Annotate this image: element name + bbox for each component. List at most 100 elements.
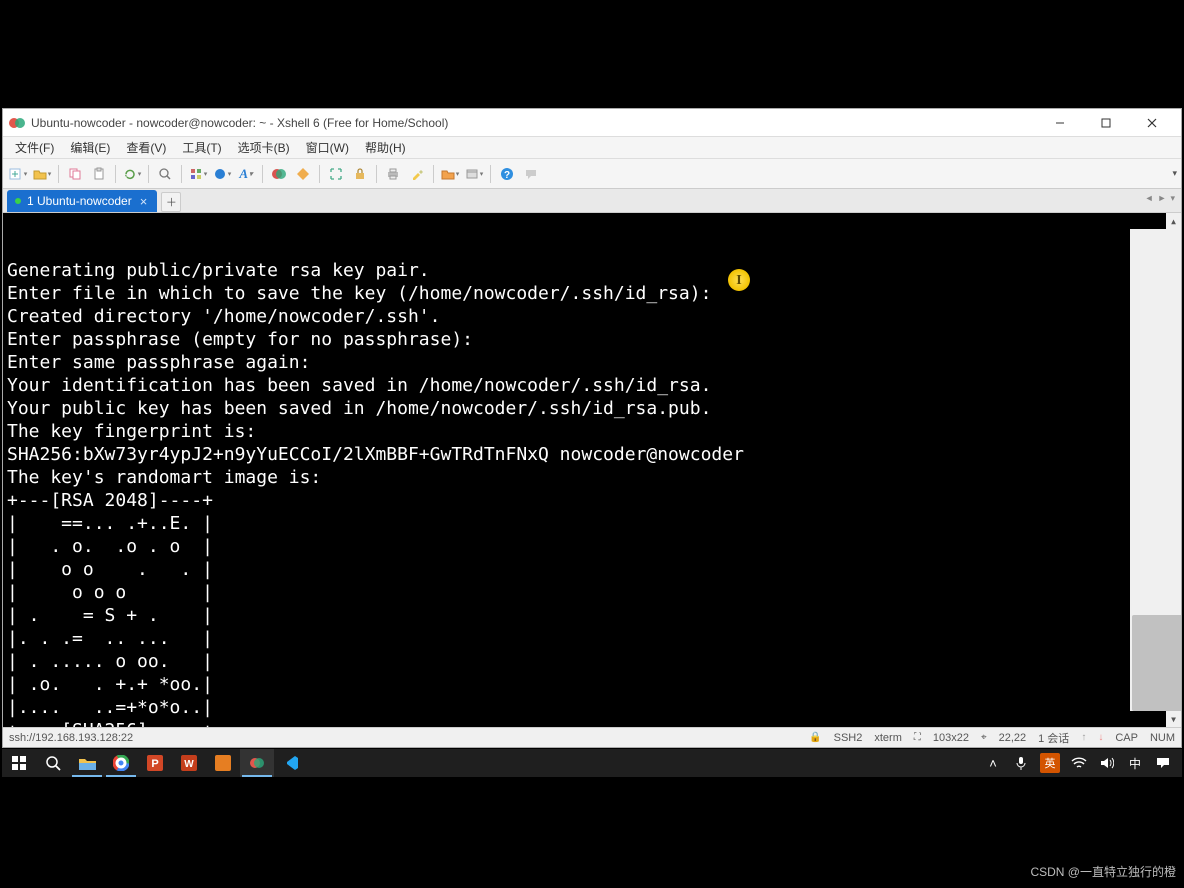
pos-icon: ⌖ xyxy=(981,732,987,743)
fullscreen-button[interactable] xyxy=(325,163,347,185)
separator xyxy=(181,165,182,183)
new-tab-button[interactable]: ＋ xyxy=(161,192,181,212)
xshell-taskbar-button[interactable] xyxy=(240,749,274,777)
terminal-line: +---[RSA 2048]----+ xyxy=(7,489,1177,512)
menu-tools[interactable]: 工具(T) xyxy=(174,137,229,158)
maximize-button[interactable] xyxy=(1083,109,1129,137)
connected-indicator-icon xyxy=(15,198,21,204)
ime-lang-indicator[interactable]: 英 xyxy=(1040,753,1060,773)
wifi-icon[interactable] xyxy=(1070,754,1088,772)
terminal[interactable]: Generating public/private rsa key pair.E… xyxy=(3,213,1181,727)
window-title: Ubuntu-nowcoder - nowcoder@nowcoder: ~ -… xyxy=(31,116,1037,130)
tab-label: 1 Ubuntu-nowcoder xyxy=(27,194,132,208)
folder-button[interactable]: ▾ xyxy=(439,163,461,185)
tab-list-button[interactable]: ▾ xyxy=(1170,193,1175,204)
start-button[interactable] xyxy=(2,749,36,777)
menu-window[interactable]: 窗口(W) xyxy=(298,137,357,158)
terminal-line: Enter same passphrase again: xyxy=(7,351,1177,374)
terminal-line: | .o. . +.+ *oo.| xyxy=(7,673,1177,696)
terminal-line: Your identification has been saved in /h… xyxy=(7,374,1177,397)
help-button[interactable]: ? xyxy=(496,163,518,185)
terminal-line: | . o. .o . o | xyxy=(7,535,1177,558)
terminal-line: Created directory '/home/nowcoder/.ssh'. xyxy=(7,305,1177,328)
window-button[interactable]: ▾ xyxy=(463,163,485,185)
terminal-line: The key's randomart image is: xyxy=(7,466,1177,489)
taskbar: P W ˄ 英 中 xyxy=(2,749,1182,777)
printer-button[interactable] xyxy=(382,163,404,185)
file-explorer-button[interactable] xyxy=(70,749,104,777)
open-button[interactable]: ▾ xyxy=(31,163,53,185)
new-session-button[interactable]: ▾ xyxy=(7,163,29,185)
action-center-icon[interactable] xyxy=(1154,754,1172,772)
scroll-thumb[interactable] xyxy=(1132,615,1181,711)
xftp-button[interactable] xyxy=(292,163,314,185)
highlighter-button[interactable] xyxy=(406,163,428,185)
separator xyxy=(433,165,434,183)
reconnect-button[interactable]: ▾ xyxy=(121,163,143,185)
terminal-line: The key fingerprint is: xyxy=(7,420,1177,443)
up-arrow-icon: ↑ xyxy=(1081,732,1086,743)
svg-text:W: W xyxy=(184,759,194,770)
minimize-button[interactable] xyxy=(1037,109,1083,137)
terminal-line: Enter passphrase (empty for no passphras… xyxy=(7,328,1177,351)
menu-view[interactable]: 查看(V) xyxy=(118,137,174,158)
search-button[interactable] xyxy=(36,749,70,777)
lock-button[interactable] xyxy=(349,163,371,185)
status-size: 103x22 xyxy=(933,732,969,744)
toolbar-overflow-button[interactable]: ▾ xyxy=(1172,168,1177,179)
separator xyxy=(376,165,377,183)
tab-close-button[interactable]: × xyxy=(138,195,150,208)
chrome-button[interactable] xyxy=(104,749,138,777)
app-button[interactable] xyxy=(206,749,240,777)
watermark: CSDN @一直特立独行的橙 xyxy=(1030,863,1176,880)
separator xyxy=(148,165,149,183)
ime-input-indicator[interactable]: 中 xyxy=(1126,754,1144,772)
word-button[interactable]: W xyxy=(172,749,206,777)
paste-button[interactable] xyxy=(88,163,110,185)
tray-overflow-button[interactable]: ˄ xyxy=(984,754,1002,772)
status-session: 1 会话 xyxy=(1038,730,1069,746)
svg-text:P: P xyxy=(151,758,158,770)
separator xyxy=(115,165,116,183)
menu-help[interactable]: 帮助(H) xyxy=(357,137,414,158)
status-term: xterm xyxy=(874,732,902,744)
separator xyxy=(490,165,491,183)
font-button[interactable]: A▾ xyxy=(235,163,257,185)
status-proto: SSH2 xyxy=(834,732,863,744)
scroll-track[interactable] xyxy=(1130,229,1181,711)
terminal-line: | o o . . | xyxy=(7,558,1177,581)
terminal-line: | . = S + . | xyxy=(7,604,1177,627)
copy-button[interactable] xyxy=(64,163,86,185)
titlebar: Ubuntu-nowcoder - nowcoder@nowcoder: ~ -… xyxy=(3,109,1181,137)
xshell-button[interactable] xyxy=(268,163,290,185)
encoding-button[interactable]: ▾ xyxy=(187,163,209,185)
app-logo-icon xyxy=(9,115,25,131)
text-caret-cursor-icon: I xyxy=(728,269,750,291)
terminal-line: | ==... .+..E. | xyxy=(7,512,1177,535)
close-button[interactable] xyxy=(1129,109,1175,137)
search-button[interactable] xyxy=(154,163,176,185)
scrollbar[interactable]: ▲ ▼ xyxy=(1166,213,1181,727)
statusbar: ssh://192.168.193.128:22 🔒 SSH2 xterm ⛶ … xyxy=(3,727,1181,747)
powerpoint-button[interactable]: P xyxy=(138,749,172,777)
terminal-line: |.... ..=+*o*o..| xyxy=(7,696,1177,719)
scroll-up-button[interactable]: ▲ xyxy=(1166,213,1181,229)
color-button[interactable]: ▾ xyxy=(211,163,233,185)
separator xyxy=(58,165,59,183)
menu-tab[interactable]: 选项卡(B) xyxy=(230,137,298,158)
menu-file[interactable]: 文件(F) xyxy=(7,137,62,158)
scroll-down-button[interactable]: ▼ xyxy=(1166,711,1181,727)
toolbar: ▾ ▾ ▾ ▾ ▾ A▾ ▾ ▾ ? ▾ xyxy=(3,159,1181,189)
volume-icon[interactable] xyxy=(1098,754,1116,772)
microphone-icon[interactable] xyxy=(1012,754,1030,772)
chat-button[interactable] xyxy=(520,163,542,185)
menu-edit[interactable]: 编辑(E) xyxy=(62,137,118,158)
xshell-window: Ubuntu-nowcoder - nowcoder@nowcoder: ~ -… xyxy=(2,108,1182,748)
session-tab[interactable]: 1 Ubuntu-nowcoder × xyxy=(7,190,157,212)
tabstrip: 1 Ubuntu-nowcoder × ＋ ◄ ► ▾ xyxy=(3,189,1181,213)
terminal-line: | o o o | xyxy=(7,581,1177,604)
tab-next-button[interactable]: ► xyxy=(1158,193,1167,204)
vscode-button[interactable] xyxy=(274,749,308,777)
tab-prev-button[interactable]: ◄ xyxy=(1145,193,1154,204)
svg-text:?: ? xyxy=(504,170,510,181)
